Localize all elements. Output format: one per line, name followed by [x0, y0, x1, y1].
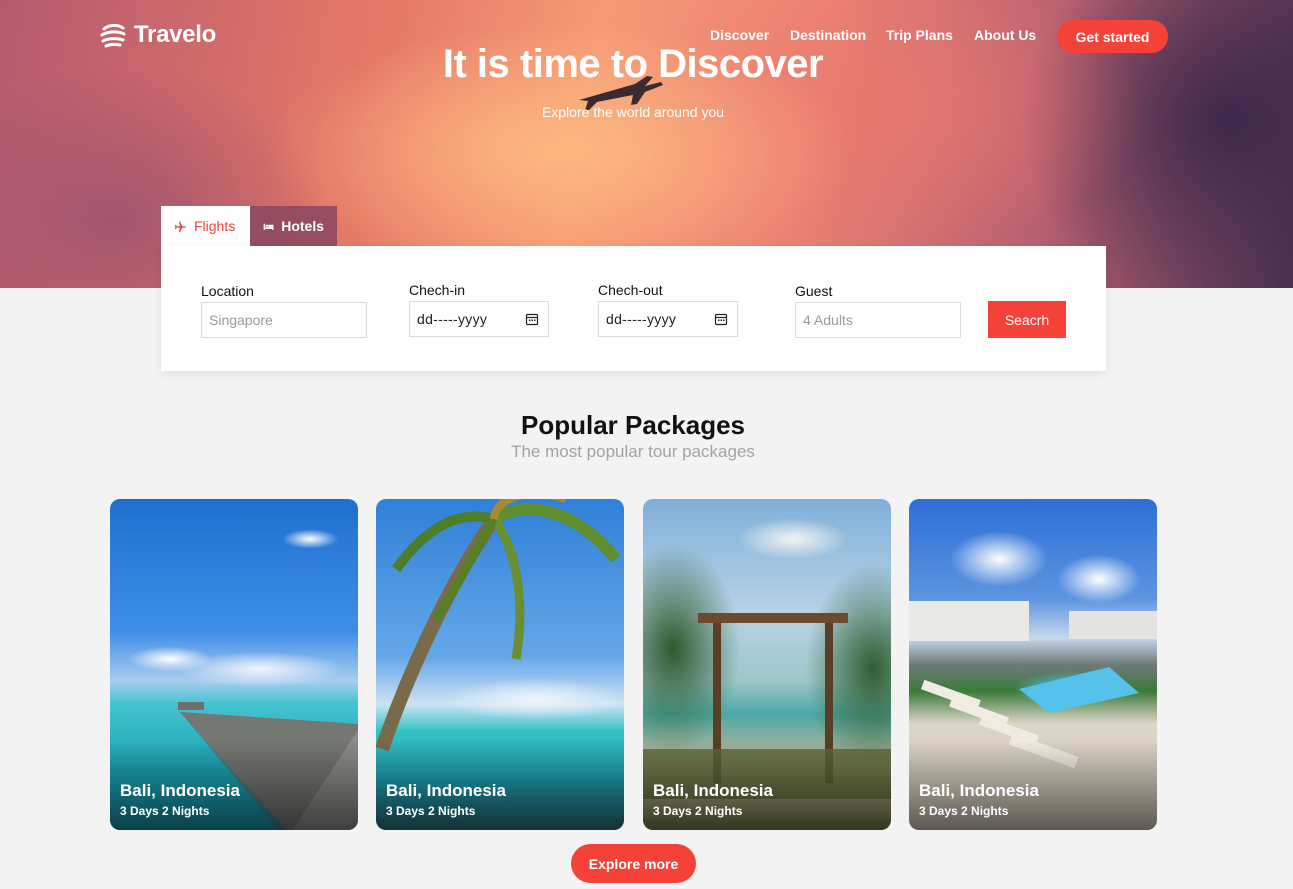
search-button[interactable]: Seacrh: [988, 301, 1066, 338]
hero-subtitle: Explore the world around you: [541, 104, 725, 120]
nav-link-trip-plans[interactable]: Trip Plans: [886, 27, 953, 43]
checkout-date-input[interactable]: dd-----yyyy: [598, 301, 738, 337]
explore-more-button[interactable]: Explore more: [571, 844, 696, 883]
hero-title-emphasis: Discover: [658, 42, 824, 86]
search-tabs: Flights Hotels: [161, 206, 337, 246]
plane-icon: [174, 221, 187, 232]
nav-link-about-us[interactable]: About Us: [974, 27, 1036, 43]
hero-title: It is time to Discover: [0, 42, 1266, 87]
package-duration: 3 Days 2 Nights: [386, 804, 476, 818]
package-title: Bali, Indonesia: [919, 781, 1039, 800]
checkout-value: dd-----yyyy: [606, 311, 677, 327]
hero-title-prefix: It is time to: [442, 42, 659, 86]
package-title: Bali, Indonesia: [386, 781, 506, 800]
package-duration: 3 Days 2 Nights: [120, 804, 210, 818]
checkout-label: Chech-out: [598, 282, 663, 298]
location-input[interactable]: Singapore: [201, 302, 367, 338]
nav-link-destination[interactable]: Destination: [790, 27, 866, 43]
checkin-date-input[interactable]: dd-----yyyy: [409, 301, 549, 337]
tab-hotels[interactable]: Hotels: [250, 206, 337, 246]
guest-input[interactable]: 4 Adults: [795, 302, 961, 338]
package-card[interactable]: Bali, Indonesia 3 Days 2 Nights: [376, 499, 624, 830]
checkin-value: dd-----yyyy: [417, 311, 488, 327]
guest-label: Guest: [795, 283, 833, 299]
section-subtitle: The most popular tour packages: [511, 442, 755, 461]
package-duration: 3 Days 2 Nights: [653, 804, 743, 818]
checkin-label: Chech-in: [409, 282, 466, 298]
palm-tree-image: [376, 499, 621, 752]
bed-icon: [263, 223, 274, 230]
tab-hotels-label: Hotels: [281, 218, 324, 234]
package-title: Bali, Indonesia: [120, 781, 240, 800]
package-duration: 3 Days 2 Nights: [919, 804, 1009, 818]
section-title: Popular Packages: [521, 410, 745, 440]
tab-flights[interactable]: Flights: [161, 206, 250, 246]
tab-flights-label: Flights: [194, 218, 236, 234]
location-label: Location: [201, 283, 254, 299]
calendar-icon[interactable]: [525, 312, 539, 326]
package-card[interactable]: Bali, Indonesia 3 Days 2 Nights: [909, 499, 1157, 830]
package-title: Bali, Indonesia: [653, 781, 773, 800]
package-card[interactable]: Bali, Indonesia 3 Days 2 Nights: [643, 499, 891, 830]
calendar-icon[interactable]: [714, 312, 728, 326]
search-panel: Location Singapore Chech-in dd-----yyyy …: [161, 246, 1106, 371]
package-card[interactable]: Bali, Indonesia 3 Days 2 Nights: [110, 499, 358, 830]
nav-link-discover[interactable]: Discover: [710, 27, 769, 43]
